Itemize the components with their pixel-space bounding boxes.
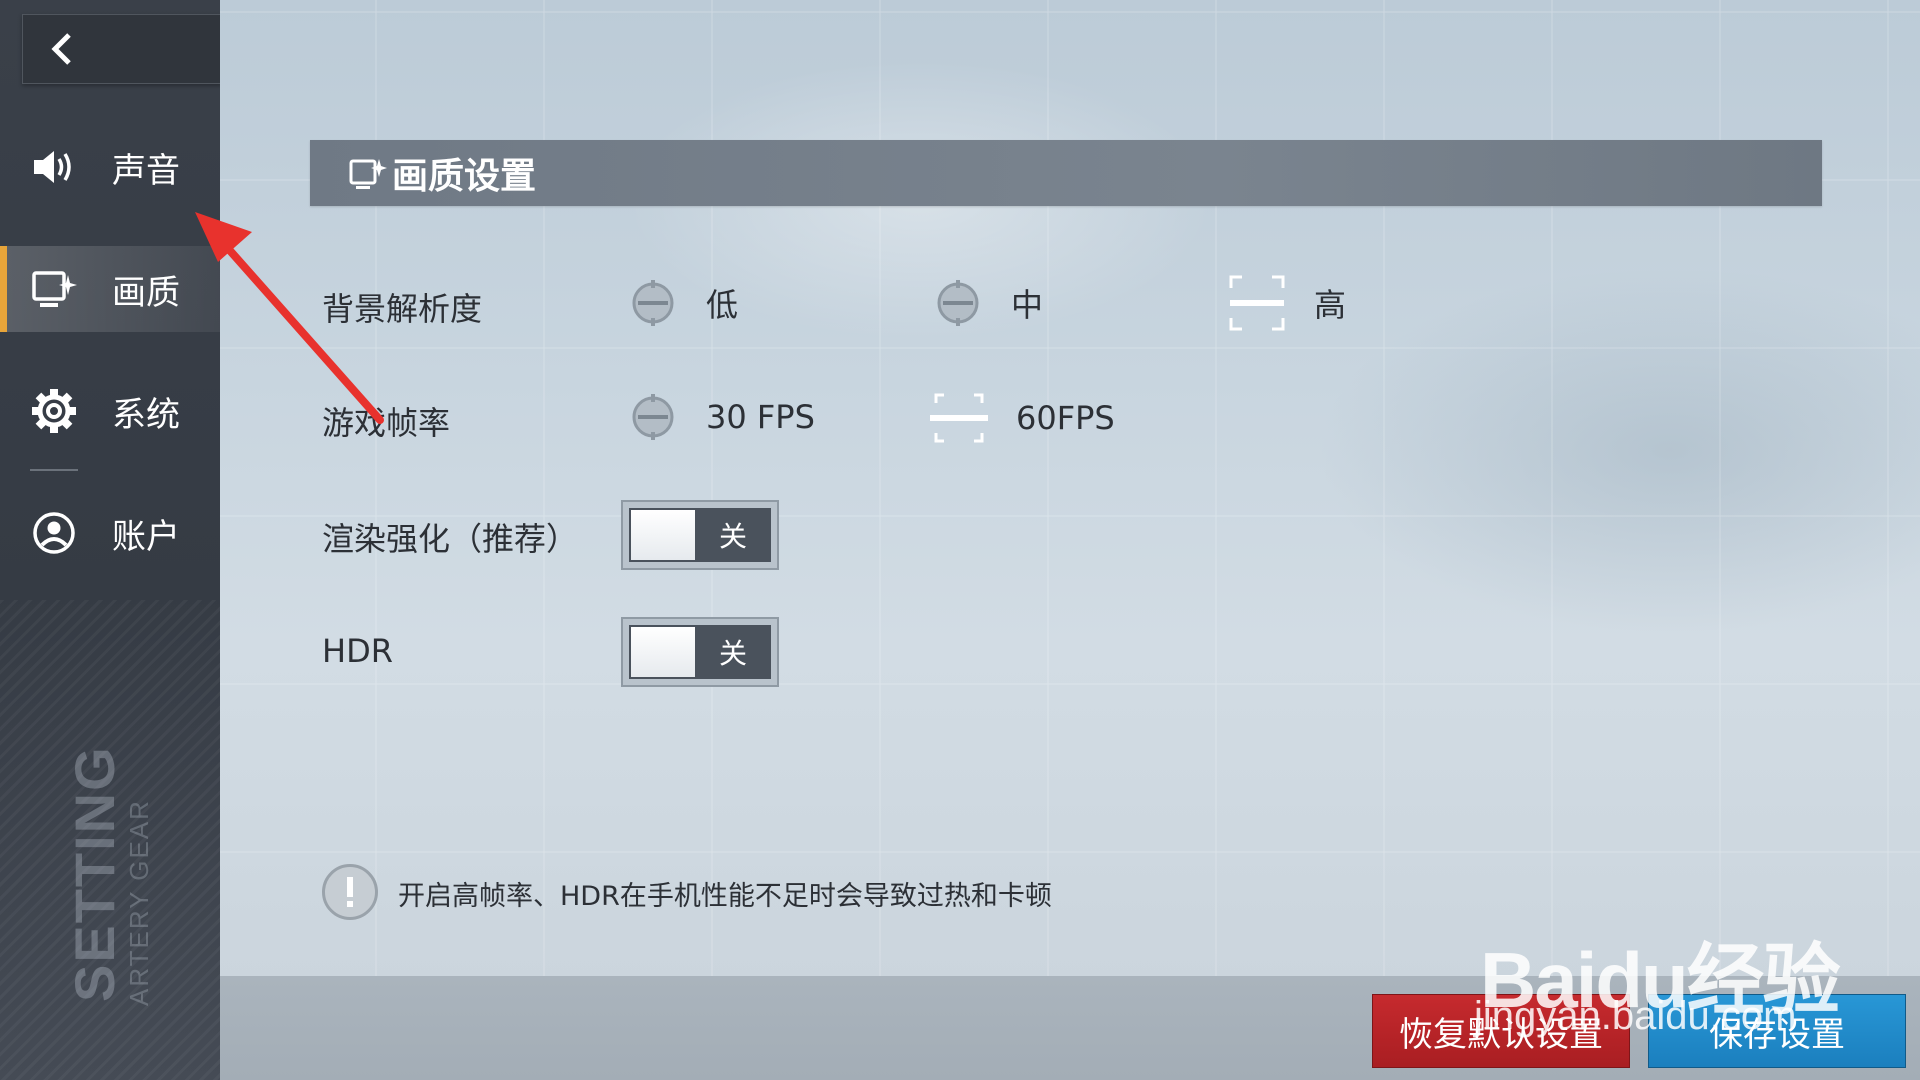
radio-unselected-icon <box>632 280 674 326</box>
radio-selected-icon <box>1229 275 1285 331</box>
toggle-track: 关 <box>629 625 771 679</box>
option-label: 高 <box>1314 286 1347 324</box>
exclamation-icon <box>347 877 353 907</box>
render-enhance-label: 渲染强化（推荐） <box>322 520 579 558</box>
hdr-toggle[interactable]: 关 <box>621 617 779 687</box>
option-label: 30 FPS <box>706 398 815 436</box>
warning-icon <box>322 864 378 920</box>
option-label: 中 <box>1011 286 1044 324</box>
background-resolution-label: 背景解析度 <box>322 290 483 328</box>
sidebar-item-label: 账户 <box>112 516 180 557</box>
back-button[interactable] <box>22 14 220 84</box>
toggle-state: 关 <box>719 637 748 670</box>
option-resolution-low[interactable]: 低 <box>628 278 738 328</box>
setting-brand-text: SETTING <box>63 745 126 1002</box>
sidebar-item-system[interactable]: 系统 <box>0 368 220 454</box>
hdr-label: HDR <box>322 632 393 670</box>
sidebar-item-graphics[interactable]: 画质 <box>0 246 220 332</box>
option-resolution-medium[interactable]: 中 <box>933 278 1043 328</box>
section-header: 画质设置 <box>310 140 1822 206</box>
sidebar-item-label: 系统 <box>112 394 180 435</box>
sidebar-item-account[interactable]: 账户 <box>0 490 220 576</box>
toggle-knob <box>631 627 695 677</box>
radio-unselected-icon <box>632 394 674 440</box>
frame-rate-label: 游戏帧率 <box>322 404 451 442</box>
speaker-icon <box>34 151 71 183</box>
sidebar: 声音 画质 系统 账户 SETTING ARTERY GEAR <box>0 0 220 1080</box>
sidebar-item-label: 画质 <box>112 272 180 313</box>
radio-selected-icon <box>930 393 988 443</box>
option-label: 低 <box>706 286 739 324</box>
option-label: 60FPS <box>1016 399 1115 437</box>
page-title: 画质设置 <box>392 155 537 197</box>
reset-defaults-button[interactable]: 恢复默认设置 <box>1372 994 1630 1068</box>
radio-unselected-icon <box>937 280 979 326</box>
graphics-icon <box>32 271 77 307</box>
chevron-left-icon <box>51 33 71 65</box>
toggle-track: 关 <box>629 508 771 562</box>
sidebar-item-label: 声音 <box>112 150 180 191</box>
gear-icon <box>32 389 76 433</box>
graphics-icon <box>349 159 387 189</box>
sidebar-item-sound[interactable]: 声音 <box>0 124 220 210</box>
artery-gear-text: ARTERY GEAR <box>124 799 154 1006</box>
option-resolution-high[interactable]: 高 <box>1228 274 1346 332</box>
option-fps-30[interactable]: 30 FPS <box>628 392 815 442</box>
render-enhance-toggle[interactable]: 关 <box>621 500 779 570</box>
save-button[interactable]: 保存设置 <box>1648 994 1906 1068</box>
toggle-state: 关 <box>719 520 748 553</box>
user-icon <box>33 512 75 554</box>
warning-text: 开启高帧率、HDR在手机性能不足时会导致过热和卡顿 <box>398 881 1052 912</box>
option-fps-60[interactable]: 60FPS <box>930 389 1115 447</box>
toggle-knob <box>631 510 695 560</box>
sidebar-divider <box>30 469 78 471</box>
